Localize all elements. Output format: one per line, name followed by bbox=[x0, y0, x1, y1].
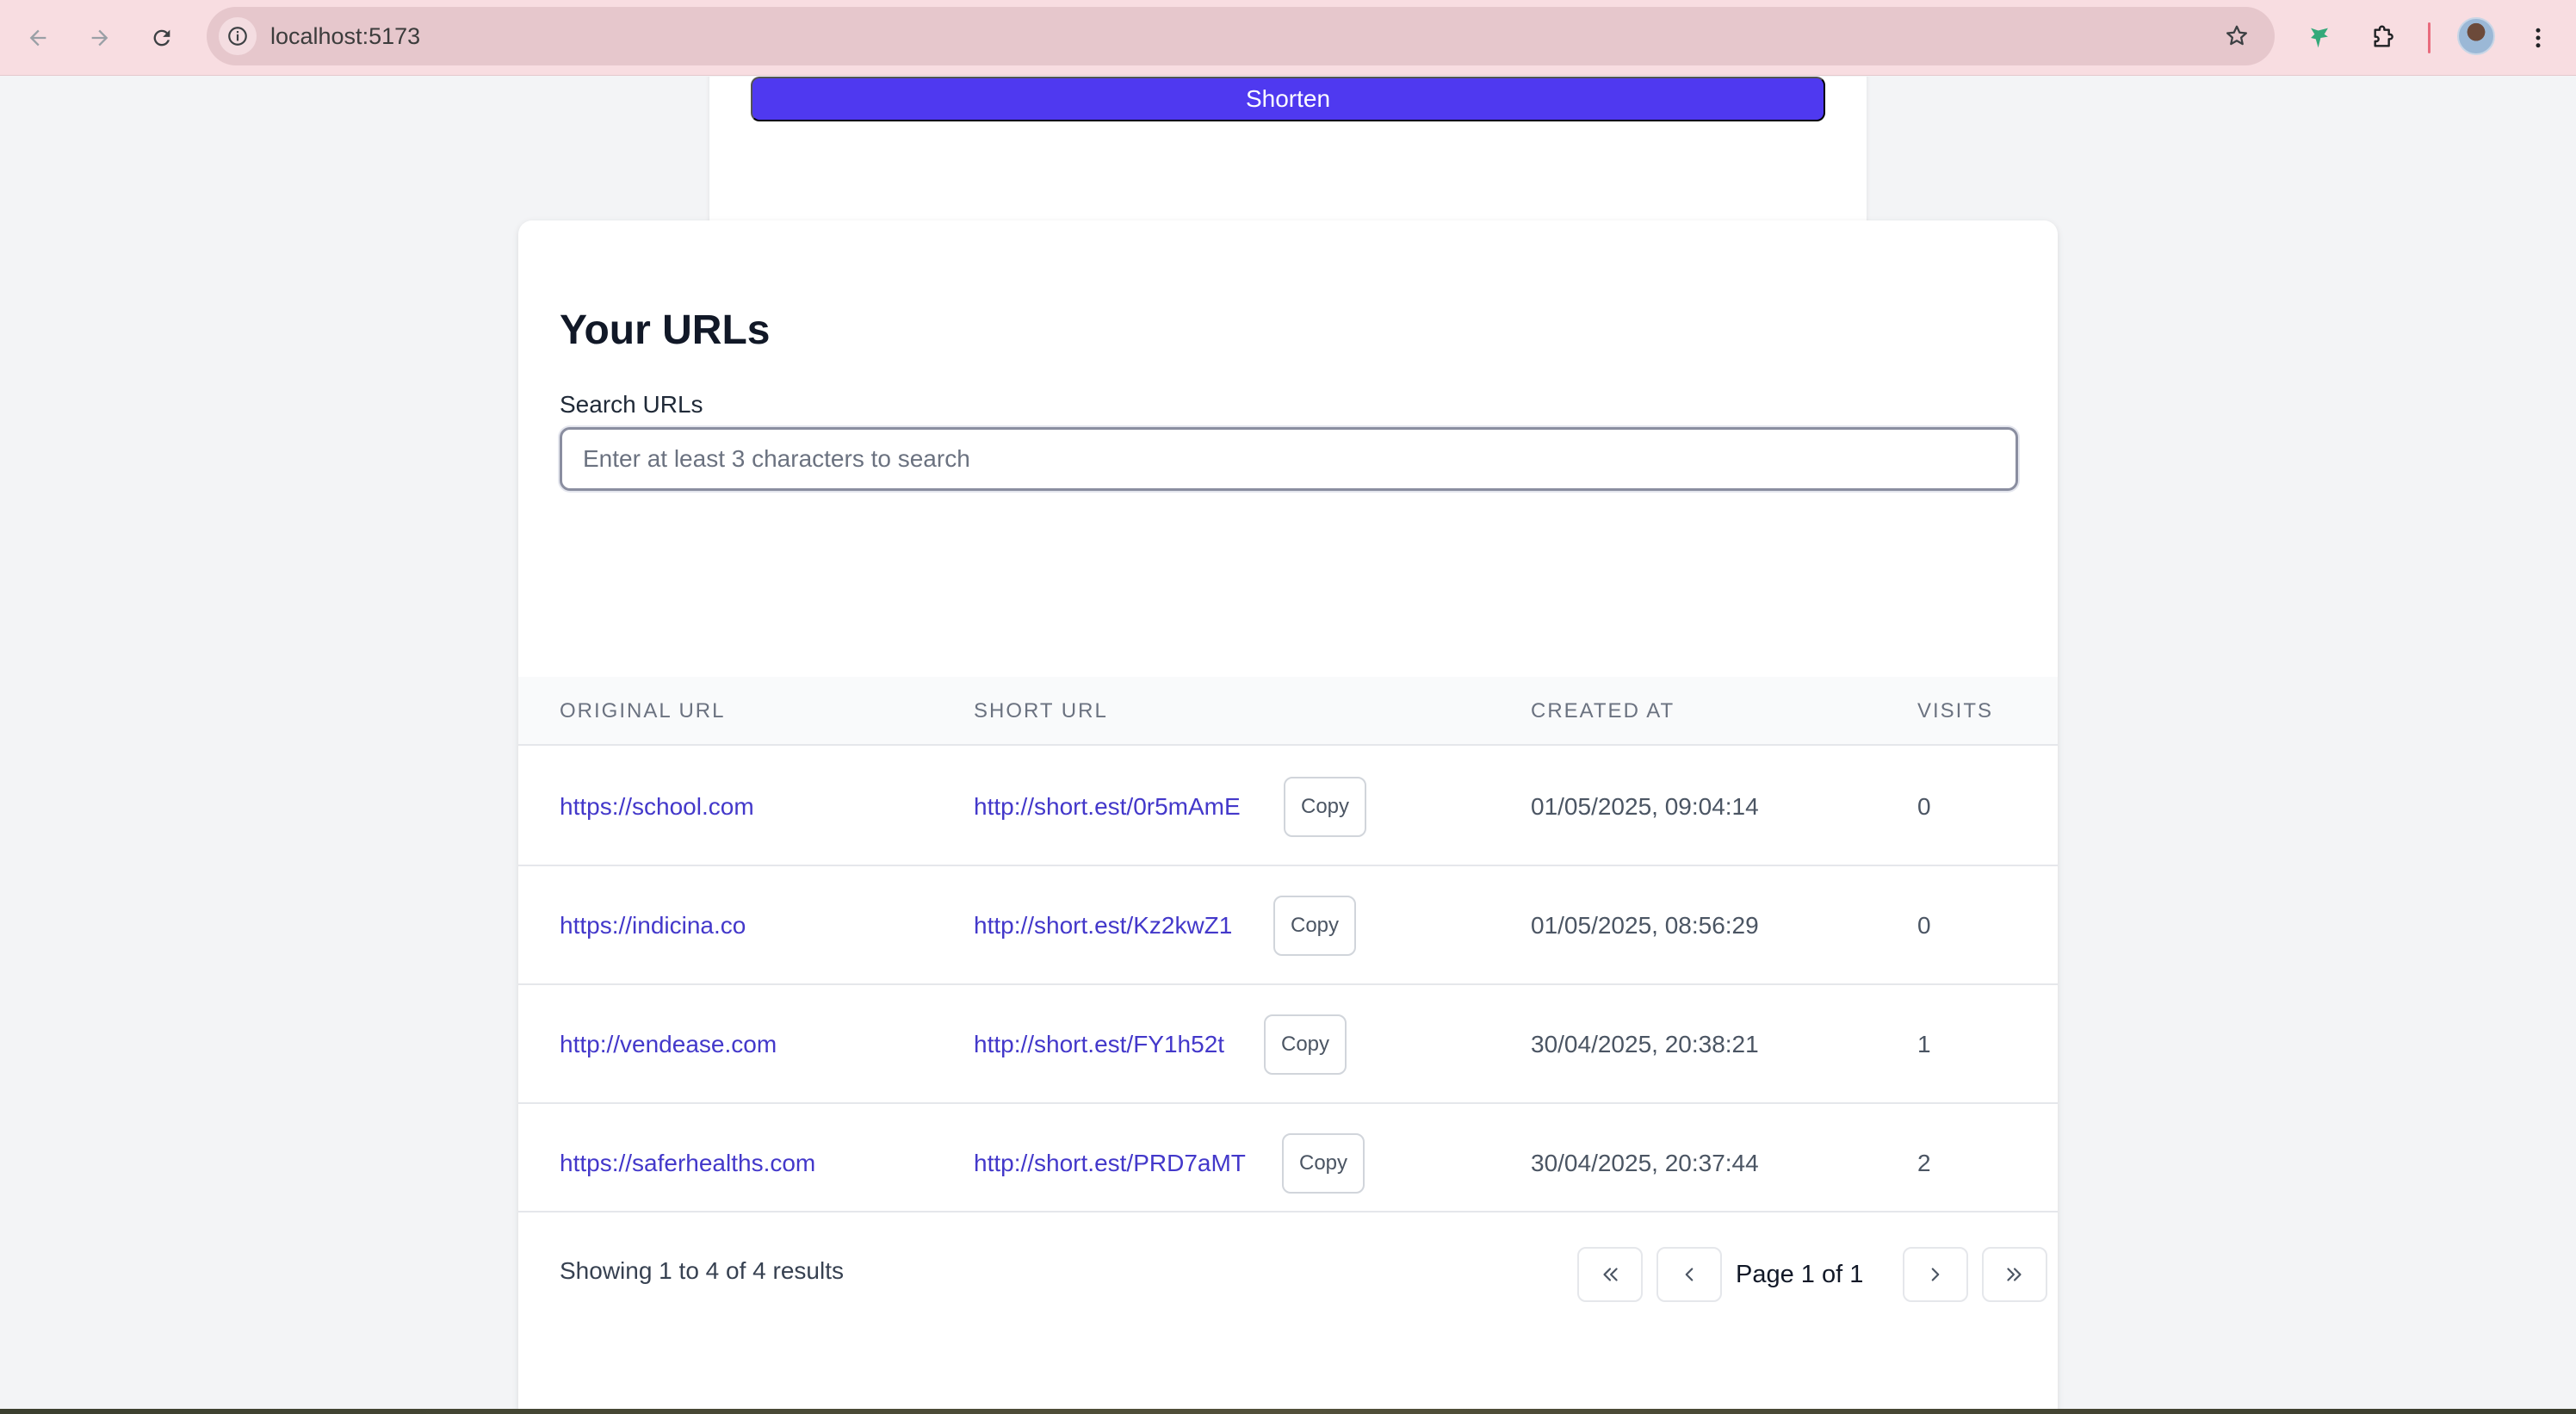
table-divider bbox=[518, 1211, 2058, 1212]
next-page-button[interactable] bbox=[1903, 1247, 1968, 1302]
copy-button[interactable]: Copy bbox=[1282, 1133, 1365, 1194]
original-url-link[interactable]: https://saferhealths.com bbox=[560, 1104, 815, 1223]
chevron-left-icon bbox=[1685, 1268, 1694, 1281]
visits-value: 0 bbox=[1917, 793, 1931, 820]
site-info-icon[interactable] bbox=[219, 17, 257, 55]
table-row: https://school.com http://short.est/0r5m… bbox=[518, 747, 2058, 866]
table-row: http://vendease.com http://short.est/FY1… bbox=[518, 985, 2058, 1104]
forward-arrow-icon[interactable] bbox=[77, 16, 122, 60]
original-url-link[interactable]: http://vendease.com bbox=[560, 985, 777, 1104]
column-header-created-at: CREATED AT bbox=[1531, 699, 1675, 723]
table-header: ORIGINAL URL SHORT URL CREATED AT VISITS bbox=[518, 677, 2058, 746]
table-row: https://indicina.co http://short.est/Kz2… bbox=[518, 866, 2058, 985]
shorten-button[interactable]: Shorten bbox=[751, 77, 1825, 121]
back-arrow-icon[interactable] bbox=[15, 16, 60, 60]
double-chevron-right-icon bbox=[2007, 1268, 2022, 1281]
short-url-link[interactable]: http://short.est/Kz2kwZ1 bbox=[974, 866, 1232, 985]
created-at-value: 30/04/2025, 20:37:44 bbox=[1531, 1150, 1759, 1176]
column-header-original-url: ORIGINAL URL bbox=[560, 699, 726, 723]
created-at-value: 01/05/2025, 08:56:29 bbox=[1531, 912, 1759, 939]
copy-button[interactable]: Copy bbox=[1284, 777, 1367, 837]
bookmark-star-icon[interactable] bbox=[2218, 17, 2256, 55]
page-indicator: Page 1 of 1 bbox=[1736, 1261, 1864, 1288]
first-page-button[interactable] bbox=[1577, 1247, 1643, 1302]
copy-button[interactable]: Copy bbox=[1273, 896, 1357, 956]
profile-avatar[interactable] bbox=[2457, 17, 2495, 55]
search-label: Search URLs bbox=[560, 391, 703, 418]
table-row: https://saferhealths.com http://short.es… bbox=[518, 1104, 2058, 1223]
page-title: Your URLs bbox=[560, 307, 771, 353]
browser-toolbar: localhost:5173 bbox=[0, 0, 2576, 76]
column-header-short-url: SHORT URL bbox=[974, 699, 1108, 723]
visits-value: 0 bbox=[1917, 912, 1931, 939]
shorten-form-card: Shorten bbox=[709, 77, 1867, 240]
address-bar-url: localhost:5173 bbox=[270, 23, 421, 49]
original-url-link[interactable]: https://school.com bbox=[560, 747, 754, 866]
visits-value: 2 bbox=[1917, 1150, 1931, 1176]
short-url-link[interactable]: http://short.est/0r5mAmE bbox=[974, 747, 1241, 866]
search-input[interactable] bbox=[560, 427, 2018, 491]
urls-card: Your URLs Search URLs ORIGINAL URL SHORT… bbox=[518, 220, 2058, 1414]
results-summary: Showing 1 to 4 of 4 results bbox=[560, 1257, 844, 1284]
double-chevron-left-icon bbox=[1603, 1268, 1618, 1281]
extensions-puzzle-icon[interactable] bbox=[2361, 16, 2406, 60]
more-vert-icon[interactable] bbox=[2516, 16, 2561, 60]
previous-page-button[interactable] bbox=[1656, 1247, 1722, 1302]
chevron-right-icon bbox=[1931, 1268, 1940, 1281]
short-url-link[interactable]: http://short.est/FY1h52t bbox=[974, 985, 1224, 1104]
created-at-value: 30/04/2025, 20:38:21 bbox=[1531, 1031, 1759, 1057]
original-url-link[interactable]: https://indicina.co bbox=[560, 866, 746, 985]
created-at-value: 01/05/2025, 09:04:14 bbox=[1531, 793, 1759, 820]
last-page-button[interactable] bbox=[1982, 1247, 2047, 1302]
page-content: Shorten Your URLs Search URLs ORIGINAL U… bbox=[0, 77, 2576, 1414]
reload-icon[interactable] bbox=[139, 16, 184, 60]
window-edge bbox=[0, 1409, 2576, 1414]
toolbar-separator bbox=[2428, 22, 2430, 53]
short-url-link[interactable]: http://short.est/PRD7aMT bbox=[974, 1104, 1246, 1223]
visits-value: 1 bbox=[1917, 1031, 1931, 1057]
copy-button[interactable]: Copy bbox=[1264, 1014, 1347, 1075]
address-bar[interactable]: localhost:5173 bbox=[207, 7, 2275, 65]
column-header-visits: VISITS bbox=[1917, 699, 1994, 723]
extension-app-icon[interactable] bbox=[2297, 16, 2342, 60]
